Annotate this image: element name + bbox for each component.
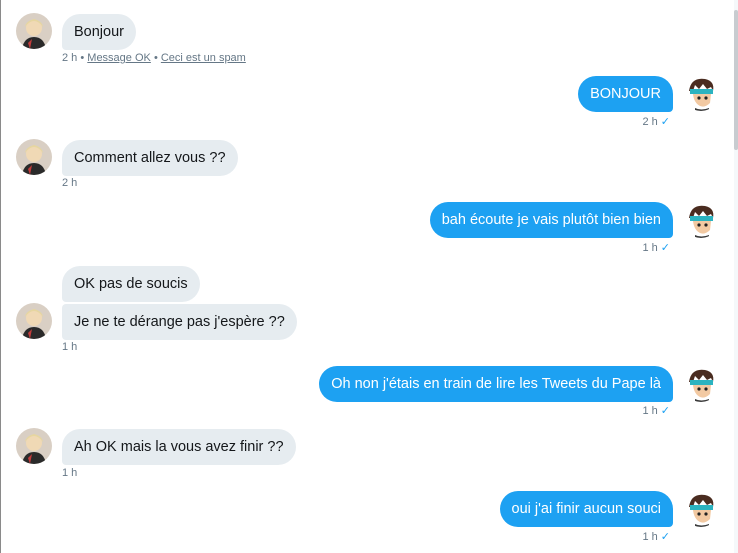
contact-avatar[interactable]: [16, 139, 52, 175]
meta-separator: •: [80, 52, 85, 64]
report-spam-link[interactable]: Ceci est un spam: [161, 52, 246, 64]
scroll-thumb[interactable]: [734, 10, 738, 150]
message-ok-link[interactable]: Message OK: [87, 52, 151, 64]
message-time: 1 h: [642, 405, 658, 417]
scrollbar[interactable]: [734, 0, 738, 553]
message-time: 1 h: [642, 242, 658, 254]
message-meta: 1 h ✓: [642, 404, 670, 417]
message-bubble-outgoing: oui j'ai finir aucun souci: [499, 491, 673, 527]
message-bubble-incoming: Comment allez vous ??: [62, 140, 238, 176]
message-meta: 1 h ✓: [642, 530, 670, 543]
message-meta: 1 h: [62, 467, 77, 479]
message-meta: 2 h • Message OK • Ceci est un spam: [62, 52, 246, 64]
message-meta: 1 h: [62, 341, 77, 353]
message-bubble-incoming: Bonjour: [62, 14, 136, 50]
window-edge: [0, 0, 1, 553]
message-bubble-outgoing: BONJOUR: [578, 76, 673, 112]
message-bubble-incoming: Je ne te dérange pas j'espère ??: [62, 304, 297, 340]
check-icon: ✓: [660, 242, 670, 254]
message-time: 2 h: [62, 177, 78, 189]
message-meta: 2 h ✓: [642, 115, 670, 128]
message-time: 1 h: [62, 467, 78, 479]
contact-avatar[interactable]: [16, 303, 52, 339]
user-avatar[interactable]: [683, 366, 719, 402]
meta-separator: •: [153, 52, 158, 64]
message-time: 2 h: [642, 116, 658, 128]
user-avatar[interactable]: [683, 75, 719, 111]
message-time: 1 h: [62, 341, 78, 353]
user-avatar[interactable]: [683, 491, 719, 527]
contact-avatar[interactable]: [16, 13, 52, 49]
message-meta: 2 h: [62, 177, 77, 189]
check-icon: ✓: [660, 531, 670, 543]
message-meta: 1 h ✓: [642, 241, 670, 254]
message-bubble-incoming: Ah OK mais la vous avez finir ??: [62, 429, 296, 465]
contact-avatar[interactable]: [16, 428, 52, 464]
message-bubble-incoming: OK pas de soucis: [62, 266, 200, 302]
message-time: 2 h: [62, 52, 78, 64]
check-icon: ✓: [660, 405, 670, 417]
user-avatar[interactable]: [683, 202, 719, 238]
check-icon: ✓: [660, 116, 670, 128]
message-time: 1 h: [642, 531, 658, 543]
message-bubble-outgoing: Oh non j'étais en train de lire les Twee…: [319, 366, 673, 402]
message-bubble-outgoing: bah écoute je vais plutôt bien bien: [429, 202, 673, 238]
